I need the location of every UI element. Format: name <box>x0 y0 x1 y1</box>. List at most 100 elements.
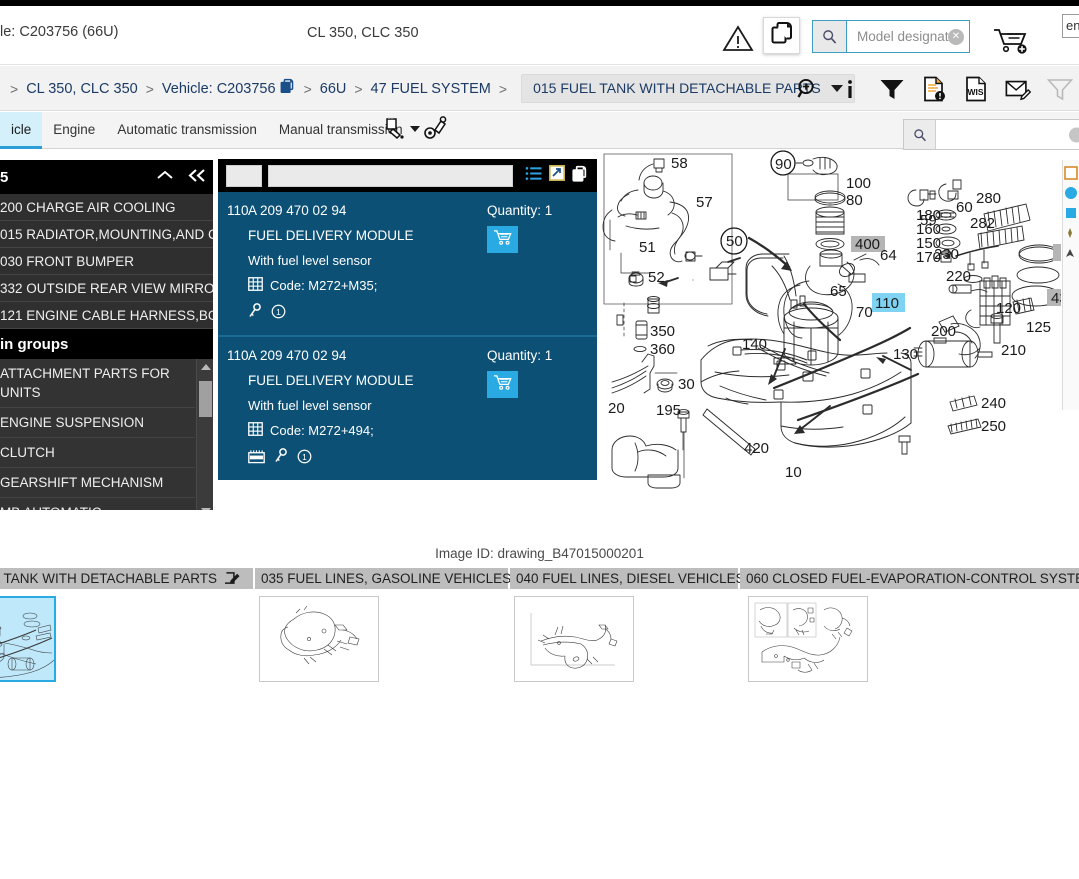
pin-tool-icon[interactable] <box>1064 226 1078 240</box>
thumbnail-image[interactable] <box>0 596 56 682</box>
chevron-up-icon[interactable] <box>155 168 175 186</box>
arrow-tool-icon[interactable] <box>1064 246 1078 260</box>
parts-diagram-svg[interactable]: 58 57 51 52 350 360 20 30 195 420 10 90 … <box>598 150 1061 510</box>
sidebar-item-4[interactable]: 121 ENGINE CABLE HARNESS,BO... <box>0 302 213 329</box>
callout-50: 50 <box>726 233 743 250</box>
add-to-cart-button[interactable] <box>487 226 518 253</box>
thumbnail-item[interactable]: 035 FUEL LINES, GASOLINE VEHICLES <box>255 568 534 682</box>
wis-document-icon[interactable]: WIS <box>963 75 989 103</box>
parts-list-panel: 110 A 209 470 02 94 FUEL DELIVERY MODULE… <box>218 159 597 480</box>
document-alert-icon[interactable] <box>921 75 947 103</box>
marker-icon[interactable] <box>1064 206 1078 220</box>
tab-search-box[interactable] <box>903 119 1079 150</box>
sidebar-item-1[interactable]: 015 RADIATOR,MOUNTING,AND C... <box>0 221 213 248</box>
model-designation-search[interactable]: Model designat ✕ <box>812 20 970 53</box>
factory-icon[interactable] <box>248 449 265 469</box>
breadcrumb-item-1[interactable]: Vehicle: C203756 <box>162 81 276 97</box>
expand-arrow-icon[interactable] <box>549 165 565 186</box>
sidebar-group-0[interactable]: ATTACHMENT PARTS FOR UNITS <box>0 359 195 408</box>
edit-pencil-icon[interactable] <box>222 570 240 588</box>
part-list-item[interactable]: 110 A 209 470 02 94 FUEL DELIVERY MODULE… <box>218 337 597 480</box>
double-chevron-left-icon[interactable] <box>187 168 207 187</box>
breadcrumb-item-0[interactable]: CL 350, CLC 350 <box>26 81 138 97</box>
part-quantity: Quantity: 1 <box>487 203 587 218</box>
sidebar-groups-header: in groups <box>0 329 213 359</box>
paint-color-icon[interactable] <box>382 116 408 147</box>
key-icon[interactable] <box>248 303 262 324</box>
copy-icon[interactable] <box>572 165 589 187</box>
sidebar-scrollbar[interactable] <box>196 359 213 510</box>
scrollbar-thumb[interactable] <box>199 381 212 417</box>
sidebar-item-2[interactable]: 030 FRONT BUMPER <box>0 248 213 275</box>
key-icon[interactable] <box>274 448 288 469</box>
sidebar-item-0[interactable]: 200 CHARGE AIR COOLING <box>0 194 213 221</box>
circled-one-icon[interactable]: 1 <box>297 449 312 469</box>
thumbnail-caption-text: 035 FUEL LINES, GASOLINE VEHICLES <box>261 571 512 586</box>
warning-triangle-icon[interactable] <box>722 24 754 52</box>
scroll-up-arrow-icon[interactable] <box>197 359 213 375</box>
sidebar-group-2[interactable]: CLUTCH <box>0 438 195 468</box>
search-icon[interactable] <box>813 21 847 52</box>
callout-57: 57 <box>696 194 713 211</box>
thumbnail-item[interactable]: 060 CLOSED FUEL-EVAPORATION-CONTROL SYST… <box>740 568 1079 682</box>
thumbnail-caption[interactable]: 035 FUEL LINES, GASOLINE VEHICLES <box>255 568 534 589</box>
thumbnail-caption[interactable]: 060 CLOSED FUEL-EVAPORATION-CONTROL SYST… <box>740 568 1079 589</box>
sidebar-group-1[interactable]: ENGINE SUSPENSION <box>0 408 195 438</box>
info-circle-icon[interactable] <box>1064 186 1078 200</box>
breadcrumb-sep-3: > <box>498 80 508 97</box>
svg-text:1: 1 <box>276 306 281 316</box>
thumbnail-image[interactable] <box>748 596 868 682</box>
circled-one-icon[interactable]: 1 <box>271 304 286 324</box>
scroll-down-arrow-icon[interactable] <box>197 503 213 510</box>
zoom-in-icon[interactable] <box>795 75 821 103</box>
thumbnail-image[interactable] <box>514 596 634 682</box>
cart-icon <box>493 229 512 251</box>
highlight-tool-icon[interactable] <box>1064 166 1078 180</box>
copy-documents-icon <box>770 21 794 50</box>
callout-420: 420 <box>744 440 769 457</box>
model-designation-input[interactable]: Model designat ✕ <box>847 21 969 52</box>
sidebar-group-4[interactable]: MB AUTOMATIC <box>0 498 195 510</box>
breadcrumb-item-2[interactable]: 66U <box>320 81 347 97</box>
cart-icon <box>493 374 512 396</box>
parts-filter-toggle[interactable] <box>226 164 262 187</box>
tab-engine[interactable]: Engine <box>42 112 106 149</box>
info-icon[interactable] <box>837 75 863 103</box>
filter-funnel-icon[interactable] <box>879 75 905 103</box>
right-tool-strip[interactable] <box>1062 160 1079 410</box>
mail-edit-icon[interactable] <box>1005 75 1031 103</box>
callout-10: 10 <box>785 464 802 481</box>
thumbnail-item[interactable]: 040 FUEL LINES, DIESEL VEHICLES <box>510 568 768 682</box>
model-designation-placeholder: Model designat <box>857 29 949 44</box>
sidebar-item-3[interactable]: 332 OUTSIDE REAR VIEW MIRROR... <box>0 275 213 302</box>
thumbnail-caption[interactable]: 040 FUEL LINES, DIESEL VEHICLES <box>510 568 768 589</box>
parts-filter-input[interactable] <box>268 164 513 187</box>
list-view-icon[interactable] <box>525 166 542 186</box>
thumbnail-item[interactable]: FUEL TANK WITH DETACHABLE PARTS <box>0 568 253 682</box>
wheel-tool-icon[interactable] <box>422 116 450 147</box>
copy-icon[interactable] <box>280 78 296 99</box>
tab-automatic-transmission[interactable]: Automatic transmission <box>106 112 268 149</box>
copy-documents-button[interactable] <box>763 17 800 54</box>
tab-search-input[interactable] <box>936 120 1079 149</box>
breadcrumb-item-3[interactable]: 47 FUEL SYSTEM <box>371 81 491 97</box>
callout-360: 360 <box>650 341 675 358</box>
search-icon[interactable] <box>904 120 936 149</box>
clear-x-icon[interactable]: ✕ <box>948 28 964 45</box>
part-code-row: Code: M272+494; <box>248 422 487 439</box>
tab-vehicle[interactable]: icle <box>0 112 43 149</box>
callout-250: 250 <box>981 418 1006 435</box>
part-list-item[interactable]: 110 A 209 470 02 94 FUEL DELIVERY MODULE… <box>218 192 597 337</box>
callout-70: 70 <box>856 304 873 321</box>
parts-diagram[interactable]: 58 57 51 52 350 360 20 30 195 420 10 90 … <box>598 150 1061 510</box>
filter-partial-icon[interactable] <box>1047 75 1073 103</box>
cart-add-icon[interactable] <box>992 26 1034 56</box>
thumbnail-caption[interactable]: FUEL TANK WITH DETACHABLE PARTS <box>0 568 253 589</box>
add-to-cart-button[interactable] <box>487 371 518 398</box>
thumbnail-image[interactable] <box>259 596 379 682</box>
sidebar-group-3[interactable]: GEARSHIFT MECHANISM <box>0 468 195 498</box>
app-header: le: C203756 (66U) CL 350, CLC 350 Model … <box>0 6 1079 65</box>
part-quantity-block: Quantity: 1 <box>487 348 597 469</box>
clear-x-icon[interactable] <box>1069 127 1079 142</box>
language-selector[interactable]: en <box>1062 14 1079 38</box>
